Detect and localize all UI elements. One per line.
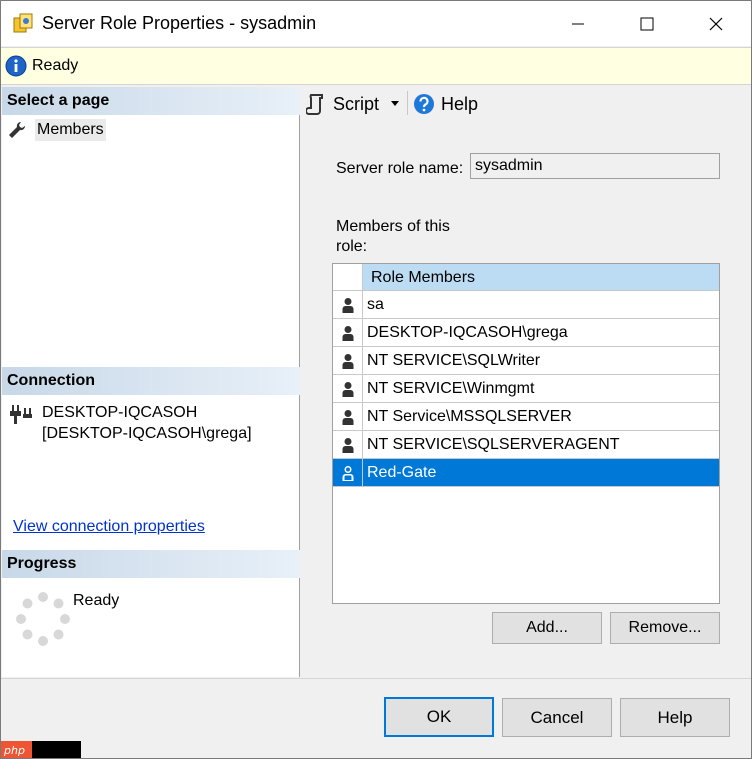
user-icon — [342, 381, 353, 397]
watermark-text: php — [1, 741, 32, 758]
page-item-members[interactable]: Members — [7, 118, 106, 142]
members-label: Members of this role: — [336, 218, 450, 255]
row-selector[interactable] — [333, 375, 363, 403]
user-icon — [342, 353, 353, 369]
row-selector[interactable] — [333, 431, 363, 459]
left-pane: Select a page Members Connection DESKTOP… — [2, 87, 300, 677]
row-selector[interactable] — [333, 319, 363, 347]
script-dropdown-icon[interactable] — [390, 100, 400, 108]
user-icon — [342, 409, 353, 425]
right-pane: Script Help Server role name: Members of… — [301, 87, 751, 677]
page-item-label: Members — [35, 119, 106, 141]
connection-header: Connection — [2, 367, 300, 395]
close-button[interactable] — [681, 1, 751, 46]
row-selector[interactable] — [333, 291, 363, 319]
ok-button[interactable]: OK — [384, 697, 494, 737]
watermark: php — [1, 741, 81, 758]
wrench-icon — [9, 121, 26, 138]
title-bar[interactable]: Server Role Properties - sysadmin — [1, 1, 751, 46]
table-row[interactable]: NT Service\MSSQLSERVER — [333, 403, 719, 431]
progress-spinner-icon — [16, 592, 70, 646]
minimize-button[interactable] — [543, 1, 613, 46]
role-member-name[interactable]: NT Service\MSSQLSERVER — [363, 403, 719, 431]
view-connection-properties-link[interactable]: View connection properties — [13, 518, 205, 536]
cancel-button[interactable]: Cancel — [502, 698, 612, 737]
connection-plug-icon — [10, 405, 32, 424]
role-member-name[interactable]: NT SERVICE\Winmgmt — [363, 375, 719, 403]
add-button[interactable]: Add... — [492, 612, 602, 644]
connection-user: [DESKTOP-IQCASOH\grega] — [42, 425, 252, 442]
role-member-name[interactable]: NT SERVICE\SQLSERVERAGENT — [363, 431, 719, 459]
user-icon — [342, 437, 353, 453]
progress-header: Progress — [2, 550, 300, 578]
row-selector[interactable] — [333, 403, 363, 431]
user-icon — [342, 325, 353, 341]
progress-status: Ready — [73, 592, 120, 609]
help-toolbar-button[interactable]: Help — [413, 91, 478, 117]
script-icon — [306, 94, 323, 115]
help-toolbar-label: Help — [441, 93, 479, 114]
role-member-name[interactable]: sa — [363, 291, 719, 319]
table-row[interactable]: sa — [333, 291, 719, 319]
server-role-icon — [13, 13, 33, 33]
grid-header: Role Members — [333, 264, 719, 291]
column-header-role-members[interactable]: Role Members — [363, 264, 719, 291]
table-row[interactable]: Red-Gate — [333, 459, 719, 487]
row-selector-header — [333, 264, 363, 291]
minimize-icon — [572, 23, 584, 24]
role-member-name[interactable]: Red-Gate — [363, 459, 719, 487]
toolbar-separator — [407, 91, 408, 115]
row-selector[interactable] — [333, 347, 363, 375]
maximize-icon — [640, 17, 654, 30]
table-row[interactable]: NT SERVICE\SQLSERVERAGENT — [333, 431, 719, 459]
maximize-button[interactable] — [612, 1, 682, 46]
select-page-header: Select a page — [2, 87, 300, 115]
row-selector[interactable] — [333, 459, 363, 487]
role-members-grid[interactable]: Role Members sa DESKTOP-IQCASOH\grega NT S… — [332, 263, 720, 604]
close-icon — [709, 17, 723, 30]
script-button[interactable]: Script — [306, 91, 379, 117]
role-name-label: Server role name: — [336, 160, 464, 177]
connection-info: DESKTOP-IQCASOH [DESKTOP-IQCASOH\grega] — [8, 402, 252, 444]
help-icon — [414, 94, 434, 114]
server-role-properties-dialog: Server Role Properties - sysadmin Ready … — [0, 0, 752, 759]
user-icon — [342, 465, 353, 481]
status-text: Ready — [32, 57, 79, 74]
script-label: Script — [333, 93, 380, 114]
role-member-name[interactable]: NT SERVICE\SQLWriter — [363, 347, 719, 375]
role-member-name[interactable]: DESKTOP-IQCASOH\grega — [363, 319, 719, 347]
role-name-field[interactable] — [470, 153, 720, 179]
status-bar: Ready — [1, 47, 751, 85]
user-icon — [342, 297, 353, 313]
window-title: Server Role Properties - sysadmin — [42, 13, 317, 33]
remove-button[interactable]: Remove... — [610, 612, 720, 644]
connection-server: DESKTOP-IQCASOH — [42, 404, 198, 421]
info-icon — [5, 55, 27, 77]
table-row[interactable]: DESKTOP-IQCASOH\grega — [333, 319, 719, 347]
toolbar: Script Help — [301, 87, 751, 121]
help-button[interactable]: Help — [620, 698, 730, 737]
table-row[interactable]: NT SERVICE\Winmgmt — [333, 375, 719, 403]
table-row[interactable]: NT SERVICE\SQLWriter — [333, 347, 719, 375]
dialog-footer: OK Cancel Help — [1, 678, 751, 758]
